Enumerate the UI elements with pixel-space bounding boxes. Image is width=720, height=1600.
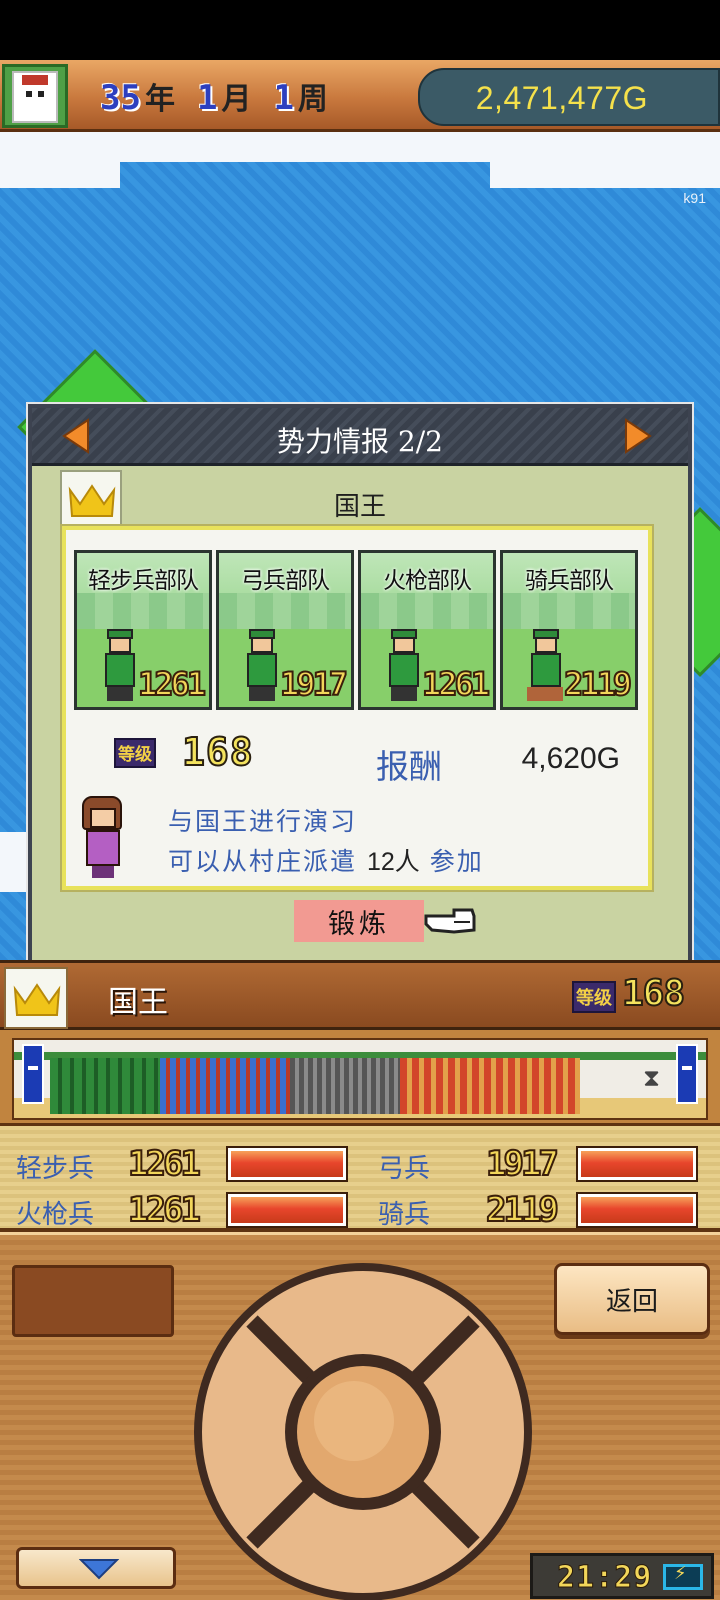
desc-prefix: 可以从村庄派遣 bbox=[168, 847, 358, 876]
dpad-graphic bbox=[246, 1315, 480, 1549]
unit-card-cavalry[interactable]: 骑兵部队 2119 bbox=[500, 550, 638, 710]
battle-field: ⧗ bbox=[12, 1038, 708, 1120]
blue-flag-right bbox=[676, 1044, 698, 1104]
stat-bar-fill bbox=[581, 1197, 693, 1223]
opponent-info-bar: 国王 等级 168 bbox=[0, 960, 720, 1030]
cloud bbox=[490, 132, 720, 188]
musketeer-sprite bbox=[383, 629, 423, 701]
troop-stats: 轻步兵 1261 弓兵 1917 火枪兵 1261 骑兵 2119 bbox=[0, 1126, 720, 1232]
info-panel: 轻步兵部队 1261 弓兵部队 1917 火枪部队 1261 骑兵部队 2119 bbox=[60, 524, 654, 892]
forest-bg bbox=[361, 593, 493, 633]
crown-icon bbox=[13, 983, 61, 1016]
reward-value: 4,620G bbox=[521, 742, 620, 775]
chevron-down-icon bbox=[79, 1559, 119, 1580]
game-date: 35 年 1 月 1 周 bbox=[100, 74, 350, 118]
light-infantry-sprite bbox=[99, 629, 139, 701]
stat-label: 骑兵 bbox=[378, 1200, 431, 1230]
clock-display: 21:29 bbox=[530, 1553, 714, 1599]
desc-suffix: 参加 bbox=[429, 847, 484, 876]
pointing-hand-icon bbox=[424, 908, 476, 934]
player-avatar[interactable] bbox=[2, 64, 68, 128]
stat-value: 1917 bbox=[485, 1143, 560, 1185]
opponent-title: 国王 bbox=[333, 492, 386, 522]
unit-name: 弓兵部队 bbox=[241, 568, 330, 594]
stat-bar bbox=[226, 1146, 348, 1182]
hourglass-icon: ⧗ bbox=[643, 1064, 660, 1092]
unit-card-musket[interactable]: 火枪部队 1261 bbox=[358, 550, 496, 710]
scroll-down-button[interactable] bbox=[16, 1547, 176, 1589]
infantry-formation bbox=[50, 1058, 160, 1114]
stat-value: 1261 bbox=[127, 1143, 202, 1185]
unit-count: 1261 bbox=[421, 664, 491, 704]
unit-count: 1261 bbox=[137, 664, 207, 704]
gold-display: 2,471,477G bbox=[418, 68, 720, 126]
system-status-bar bbox=[0, 0, 720, 60]
cavalry-sprite bbox=[525, 629, 565, 701]
description-line-2: 可以从村庄派遣 12人 参加 bbox=[168, 842, 484, 878]
year-value: 35 bbox=[100, 78, 141, 118]
archer-sprite bbox=[241, 629, 281, 701]
crown-emblem-small bbox=[4, 967, 68, 1029]
stat-label: 弓兵 bbox=[378, 1154, 431, 1184]
gold-amount: 2,471,477G bbox=[475, 80, 648, 116]
stat-bar-fill bbox=[231, 1197, 343, 1223]
forest-bg bbox=[77, 593, 209, 633]
control-panel: 返回 21:29 bbox=[0, 1232, 720, 1600]
musket-formation bbox=[290, 1058, 400, 1114]
train-button[interactable]: 锻炼 bbox=[294, 900, 424, 942]
desc-number: 12人 bbox=[366, 848, 420, 876]
month-unit: 月 bbox=[221, 82, 252, 117]
archer-formation bbox=[160, 1058, 290, 1114]
game-header: 35 年 1 月 1 周 2,471,477G bbox=[0, 60, 720, 132]
forest-bg bbox=[503, 593, 635, 633]
month-value: 1 bbox=[196, 78, 218, 118]
snowman-icon bbox=[12, 71, 58, 123]
reward-label: 报酬 bbox=[376, 747, 442, 786]
forest-bg bbox=[219, 593, 351, 633]
unit-cards: 轻步兵部队 1261 弓兵部队 1917 火枪部队 1261 骑兵部队 2119 bbox=[74, 550, 638, 710]
unit-card-light-infantry[interactable]: 轻步兵部队 1261 bbox=[74, 550, 212, 710]
unit-card-archer[interactable]: 弓兵部队 1917 bbox=[216, 550, 354, 710]
battery-icon bbox=[663, 1563, 703, 1590]
unit-count: 1917 bbox=[279, 664, 349, 704]
unit-name: 骑兵部队 bbox=[525, 568, 614, 594]
description-line-1: 与国王进行演习 bbox=[168, 807, 358, 836]
watermark: k91 bbox=[683, 190, 706, 206]
dialog-title: 势力情报 2/2 bbox=[277, 425, 443, 458]
arrow-right-icon bbox=[625, 418, 652, 454]
unit-name: 轻步兵部队 bbox=[88, 568, 199, 594]
level-value: 168 bbox=[181, 729, 254, 775]
dialog-header: 势力情报 2/2 bbox=[32, 408, 688, 466]
back-button[interactable]: 返回 bbox=[554, 1263, 710, 1335]
opponent-name: 国王 bbox=[108, 985, 168, 1020]
stat-value: 2119 bbox=[485, 1189, 560, 1231]
secretary-sprite bbox=[76, 796, 128, 878]
week-value: 1 bbox=[273, 78, 294, 118]
battle-preview: ⧗ bbox=[0, 1030, 720, 1126]
stat-bar bbox=[576, 1192, 698, 1228]
unit-count: 2119 bbox=[563, 664, 633, 704]
level-badge: 等级 bbox=[572, 981, 616, 1013]
year-unit: 年 bbox=[144, 82, 175, 117]
stat-label: 轻步兵 bbox=[16, 1154, 95, 1184]
stat-bar bbox=[576, 1146, 698, 1182]
level-value: 168 bbox=[621, 972, 686, 1015]
cavalry-formation bbox=[400, 1058, 580, 1114]
next-page-button[interactable] bbox=[620, 418, 654, 454]
blue-flag-left bbox=[22, 1044, 44, 1104]
empty-panel bbox=[12, 1265, 174, 1337]
cloud bbox=[0, 162, 120, 188]
stat-bar-fill bbox=[581, 1151, 693, 1177]
stat-value: 1261 bbox=[127, 1189, 202, 1231]
week-unit: 周 bbox=[297, 82, 328, 117]
unit-name: 火枪部队 bbox=[383, 568, 472, 594]
stat-label: 火枪兵 bbox=[16, 1200, 95, 1230]
level-badge: 等级 bbox=[114, 738, 156, 768]
clock-time: 21:29 bbox=[556, 1560, 653, 1596]
faction-info-dialog: 势力情报 2/2 国王 轻步兵部队 1261 弓兵部队 1917 火枪部队 12… bbox=[26, 402, 694, 972]
stat-bar bbox=[226, 1192, 348, 1228]
stat-bar-fill bbox=[231, 1151, 343, 1177]
dpad[interactable] bbox=[194, 1263, 532, 1600]
